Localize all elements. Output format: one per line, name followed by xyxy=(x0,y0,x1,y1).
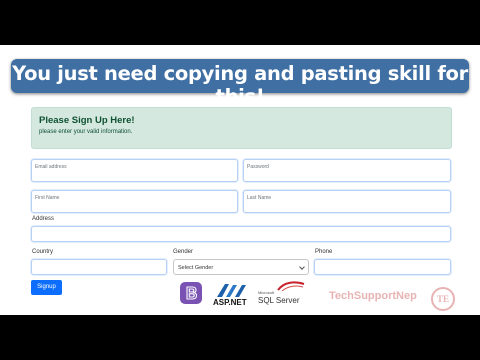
gender-select[interactable]: Select Gender xyxy=(173,259,309,275)
address-field[interactable] xyxy=(31,226,451,242)
signup-alert: Please Sign Up Here! please enter your v… xyxy=(31,107,452,149)
brand-name: TechSupportNep xyxy=(329,290,417,302)
password-field[interactable]: Password xyxy=(243,159,451,182)
first-name-field[interactable]: First Name xyxy=(31,190,238,213)
password-placeholder: Password xyxy=(247,164,269,170)
chevron-down-icon xyxy=(299,264,305,270)
sql-server-text: SQL Server xyxy=(258,296,300,305)
banner-text: You just need copying and pasting skill … xyxy=(12,62,468,108)
gender-selected-value: Select Gender xyxy=(178,265,214,271)
signup-button[interactable]: Signup xyxy=(31,280,62,295)
title-banner: You just need copying and pasting skill … xyxy=(11,59,469,108)
brand-logo-icon: TE xyxy=(431,287,455,311)
address-label: Address xyxy=(32,216,55,222)
phone-label: Phone xyxy=(315,249,333,255)
phone-field[interactable] xyxy=(314,259,451,275)
email-placeholder: Email address xyxy=(35,164,67,170)
sql-server-logo-icon xyxy=(277,281,305,292)
last-name-placeholder: Last Name xyxy=(247,195,272,201)
country-label: Country xyxy=(32,249,54,255)
asp-net-logo-icon xyxy=(217,284,246,297)
last-name-field[interactable]: Last Name xyxy=(243,190,451,213)
first-name-placeholder: First Name xyxy=(35,195,60,201)
alert-subtitle: please enter your valid information. xyxy=(39,129,133,135)
country-field[interactable] xyxy=(31,259,167,275)
bootstrap-logo-icon xyxy=(180,282,202,304)
asp-net-text: ASP.NET xyxy=(213,298,247,307)
gender-label: Gender xyxy=(173,249,194,255)
sql-server-microsoft-text: Microsoft xyxy=(258,290,275,295)
alert-title: Please Sign Up Here! xyxy=(39,115,135,126)
email-field[interactable]: Email address xyxy=(31,159,238,182)
